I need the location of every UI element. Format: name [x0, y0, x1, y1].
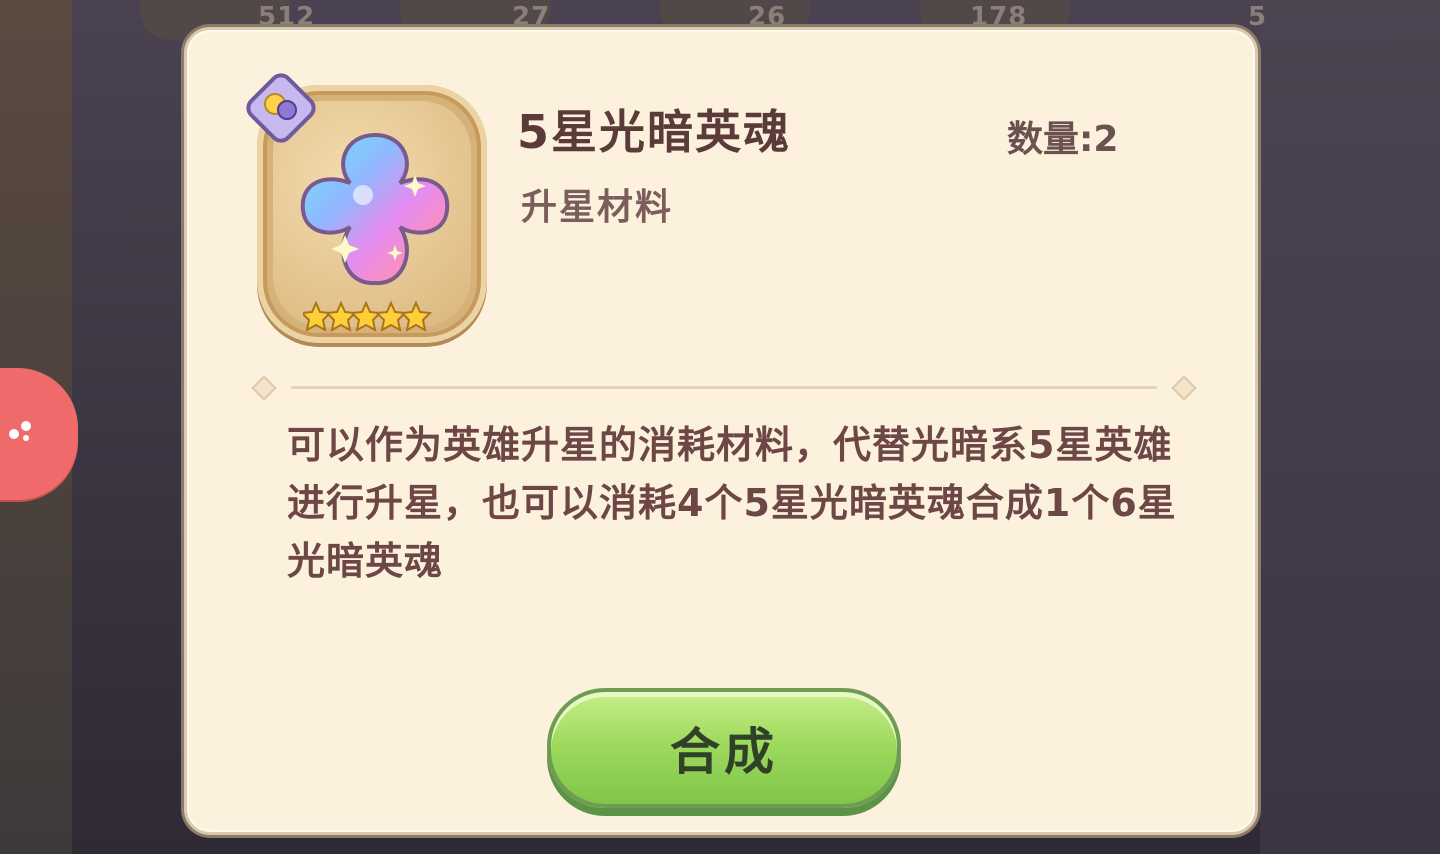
- background-right-scene: [1260, 0, 1440, 854]
- item-description: 可以作为英雄升星的消耗材料，代替光暗系5星英雄进行升星，也可以消耗4个5星光暗英…: [287, 423, 1177, 583]
- divider-diamond-right: [1171, 375, 1197, 401]
- item-quantity: 数量:2: [1007, 119, 1119, 160]
- divider: [291, 386, 1157, 389]
- item-name: 5星光暗英魂: [517, 105, 792, 159]
- background-hero-count: 5: [1248, 2, 1268, 32]
- divider-diamond-left: [251, 375, 277, 401]
- item-detail-dialog: 5星光暗英魂 数量:2 升星材料 可以作为英雄升星的消耗材料，代替光暗系5星英雄…: [184, 27, 1258, 835]
- synthesize-button[interactable]: 合成: [547, 688, 901, 808]
- light-dark-element-badge-icon: [246, 73, 316, 143]
- side-menu-tab-icon: [9, 421, 31, 441]
- star-rating-icon: [303, 300, 433, 332]
- item-category: 升星材料: [521, 187, 674, 228]
